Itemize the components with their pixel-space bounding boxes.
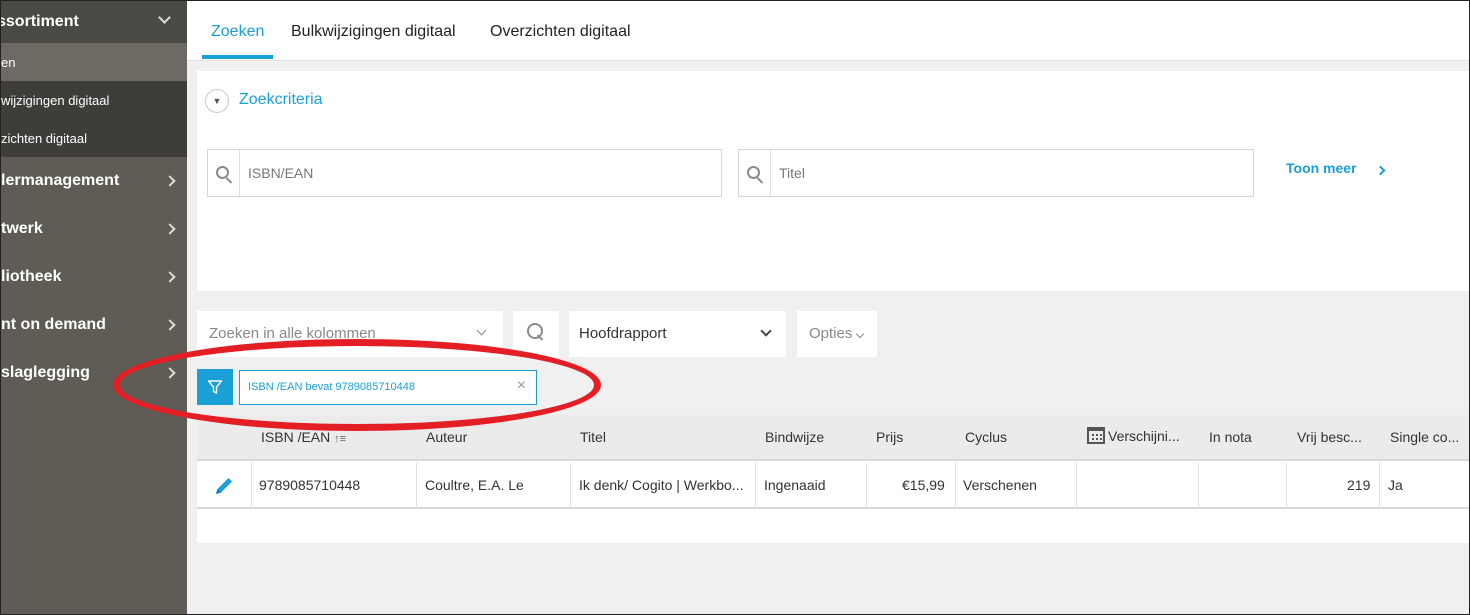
column-divider xyxy=(416,463,417,509)
tab-bulkwijzigingen[interactable]: Bulkwijzigingen digitaal xyxy=(291,23,456,41)
chevron-right-icon xyxy=(164,175,176,187)
main-content: Zoeken Bulkwijzigingen digitaal Overzich… xyxy=(187,1,1469,614)
sidebar-subitem-label: wijzigingen digitaal xyxy=(1,92,110,108)
calendar-icon xyxy=(1087,427,1105,444)
edit-pencil-icon[interactable] xyxy=(213,475,235,497)
sidebar-subitem-label: zichten digitaal xyxy=(1,130,87,146)
column-header-cyclus[interactable]: Cyclus xyxy=(965,429,1007,445)
sidebar-item-label: twerk xyxy=(1,220,43,237)
search-icon xyxy=(747,166,760,179)
cell-cyclus: Verschenen xyxy=(963,477,1037,493)
title-placeholder: Titel xyxy=(779,165,805,181)
sidebar-item-titelmanagement[interactable]: lermanagement xyxy=(1,157,187,205)
column-header-isbn[interactable]: ISBN /EAN ↑≡ xyxy=(261,429,346,445)
chevron-right-icon xyxy=(164,223,176,235)
column-divider xyxy=(1198,463,1199,509)
options-dropdown[interactable]: Opties xyxy=(797,311,877,357)
collapse-toggle-icon[interactable]: ▼ xyxy=(205,89,229,113)
report-value: Hoofdrapport xyxy=(579,325,667,342)
column-header-bindwijze[interactable]: Bindwijze xyxy=(765,429,824,445)
search-criteria-panel: ▼ Zoekcriteria ISBN/EAN Titel Toon meer xyxy=(197,71,1469,291)
cell-titel: Ik denk/ Cogito | Werkbo... xyxy=(579,477,744,493)
column-divider xyxy=(251,463,252,509)
sidebar-subitem-label: en xyxy=(1,54,16,70)
chevron-right-icon xyxy=(1375,165,1386,176)
cell-single-copy: Ja xyxy=(1388,477,1403,493)
title-search-field[interactable]: Titel xyxy=(738,149,1254,197)
criteria-title[interactable]: Zoekcriteria xyxy=(239,91,323,109)
cell-auteur: Coultre, E.A. Le xyxy=(425,477,524,493)
active-tab-indicator xyxy=(202,55,273,59)
cell-vrij-beschikbaar: 219 xyxy=(1347,477,1371,493)
report-select[interactable]: Hoofdrapport xyxy=(569,311,786,357)
chevron-right-icon xyxy=(164,319,176,331)
column-header-vrij-beschikbaar[interactable]: Vrij besc... xyxy=(1297,429,1362,445)
tab-bar: Zoeken Bulkwijzigingen digitaal Overzich… xyxy=(187,1,1469,61)
column-divider xyxy=(1076,463,1077,509)
isbn-search-field[interactable]: ISBN/EAN xyxy=(207,149,722,197)
search-icon-container xyxy=(208,150,240,196)
column-header-titel[interactable]: Titel xyxy=(580,429,606,445)
chevron-down-icon xyxy=(760,325,772,337)
sidebar-section-label: ssortiment xyxy=(0,13,79,30)
cell-bindwijze: Ingenaaid xyxy=(764,477,826,493)
cell-prijs: €15,99 xyxy=(902,477,945,493)
tab-zoeken[interactable]: Zoeken xyxy=(211,23,264,41)
app-window: ssortiment en wijzigingen digitaal zicht… xyxy=(0,0,1470,615)
column-divider xyxy=(1379,463,1380,509)
sidebar-item-netwerk[interactable]: twerk xyxy=(1,205,187,253)
table-row[interactable]: 9789085710448 Coultre, E.A. Le Ik denk/ … xyxy=(197,463,1469,509)
show-more-link[interactable]: Toon meer xyxy=(1286,160,1357,176)
sidebar-subitem-bulkwijzigingen[interactable]: wijzigingen digitaal xyxy=(1,81,187,119)
column-divider xyxy=(570,463,571,509)
search-icon xyxy=(527,323,543,339)
results-table: ISBN /EAN ↑≡ Auteur Titel Bindwijze Prij… xyxy=(197,415,1469,543)
sidebar-item-label: nt on demand xyxy=(1,316,106,333)
chevron-down-icon xyxy=(476,325,487,336)
sidebar: ssortiment en wijzigingen digitaal zicht… xyxy=(1,1,187,614)
column-header-prijs[interactable]: Prijs xyxy=(876,429,903,445)
column-header-auteur[interactable]: Auteur xyxy=(426,429,467,445)
sidebar-item-label: lermanagement xyxy=(1,172,120,189)
search-icon xyxy=(216,166,229,179)
tab-overzichten[interactable]: Overzichten digitaal xyxy=(490,23,631,41)
column-divider xyxy=(955,463,956,509)
options-label: Opties xyxy=(809,325,853,342)
column-header-verschijning[interactable]: Verschijni... xyxy=(1087,427,1180,444)
sort-ascending-icon[interactable]: ↑≡ xyxy=(334,433,346,445)
sidebar-item-label: liotheek xyxy=(1,268,62,285)
sidebar-subitem-overzichten[interactable]: zichten digitaal xyxy=(1,119,187,157)
column-divider xyxy=(866,463,867,509)
sidebar-item-print-on-demand[interactable]: nt on demand xyxy=(1,301,187,349)
sidebar-subitem-zoeken[interactable]: en xyxy=(1,43,187,81)
column-divider xyxy=(755,463,756,509)
column-header-in-nota[interactable]: In nota xyxy=(1209,429,1252,445)
sidebar-item-bibliotheek[interactable]: liotheek xyxy=(1,253,187,301)
sidebar-item-label: slaglegging xyxy=(1,364,90,381)
chevron-down-icon xyxy=(855,329,865,339)
chevron-right-icon xyxy=(164,271,176,283)
search-icon-container xyxy=(739,150,771,196)
chevron-down-icon xyxy=(158,11,171,24)
sidebar-section-assortiment[interactable]: ssortiment xyxy=(1,1,187,43)
isbn-placeholder: ISBN/EAN xyxy=(248,165,314,181)
highlight-annotation xyxy=(113,339,601,431)
cell-isbn: 9789085710448 xyxy=(259,477,361,493)
column-divider xyxy=(1286,463,1287,509)
column-header-single-copy[interactable]: Single co... xyxy=(1390,429,1459,445)
